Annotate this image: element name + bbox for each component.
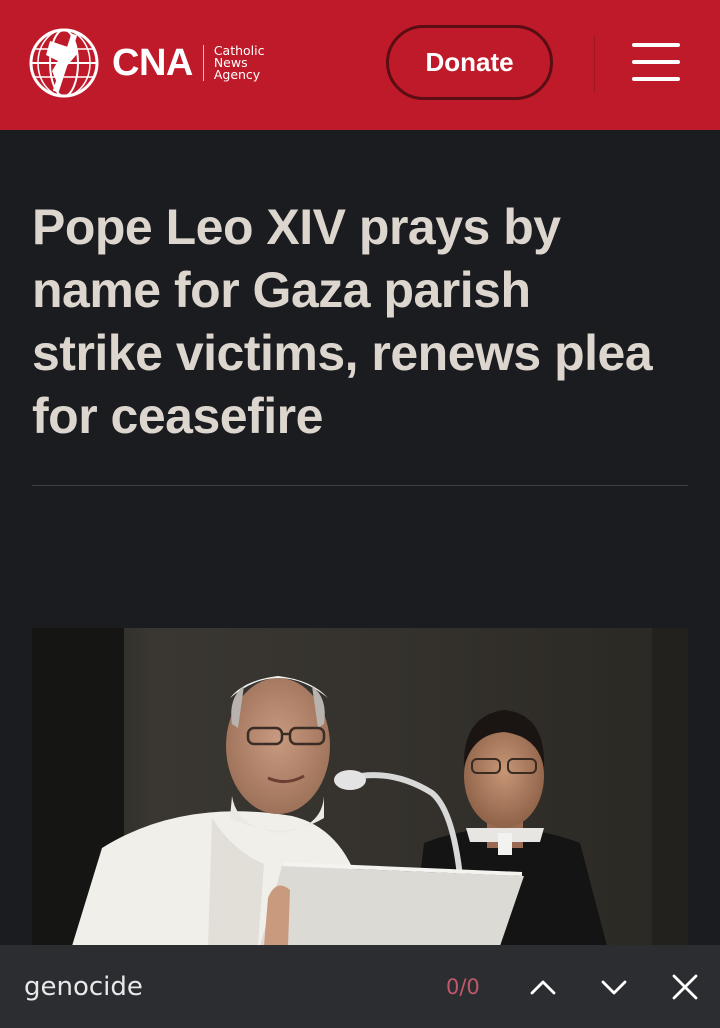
article-photo-illustration: [32, 628, 688, 946]
close-icon[interactable]: [665, 967, 705, 1007]
find-search-input[interactable]: [24, 969, 404, 1005]
logo-subtitle: Catholic News Agency: [213, 44, 265, 82]
cna-logo[interactable]: CNA Catholic News Agency: [28, 27, 265, 99]
site-header: CNA Catholic News Agency Donate: [0, 0, 720, 130]
hamburger-menu-icon[interactable]: [628, 40, 684, 86]
article-headline: Pope Leo XIV prays by name for Gaza pari…: [32, 199, 653, 444]
page: CNA Catholic News Agency Donate Pope Leo…: [0, 0, 720, 1028]
donate-button[interactable]: Donate: [386, 25, 553, 100]
logo-wordmark: CNA: [112, 42, 193, 84]
article-photo[interactable]: [32, 628, 688, 946]
header-separator: [594, 36, 595, 92]
logo-divider: [202, 45, 204, 81]
find-in-page-bar: 0/0: [0, 945, 720, 1028]
chevron-down-icon[interactable]: [594, 967, 634, 1007]
chevron-up-icon[interactable]: [523, 967, 563, 1007]
logo-subtitle-line: Agency: [213, 67, 261, 82]
find-match-count: 0/0: [446, 975, 480, 999]
globe-cross-logo-icon: [29, 28, 99, 98]
headline-divider: [32, 485, 688, 486]
